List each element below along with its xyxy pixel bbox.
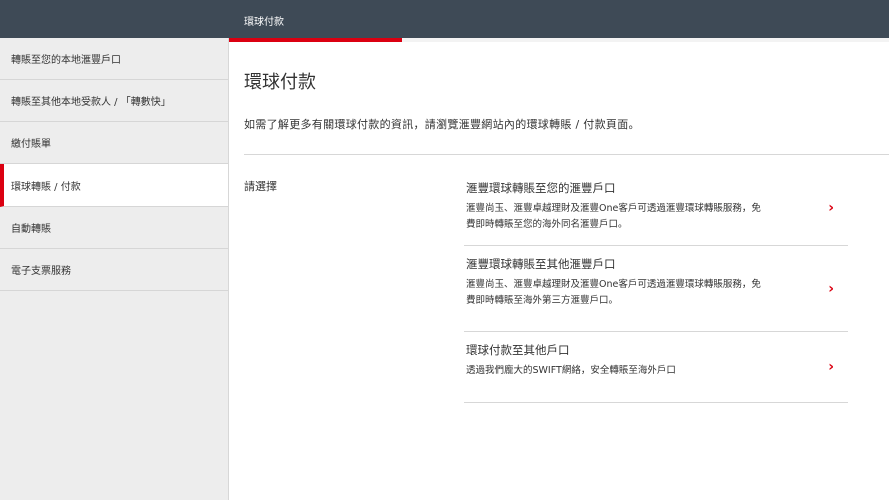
sidebar-item-auto-transfer[interactable]: 自動轉賬 (0, 207, 228, 249)
option-global-transfer-own-account[interactable]: 滙豐環球轉賬至您的滙豐戶口 滙豐尚玉、滙豐卓越理財及滙豐One客戶可透過滙豐環球… (464, 170, 848, 246)
intro-text: 如需了解更多有關環球付款的資訊，請瀏覽滙豐網站內的環球轉賬 / 付款頁面。 (244, 118, 640, 131)
sidebar-item-global-transfer[interactable]: 環球轉賬 / 付款 (0, 164, 228, 207)
sidebar-item-label: 轉賬至您的本地滙豐戶口 (11, 55, 121, 66)
option-description-line: 透過我們龐大的SWIFT網絡，安全轉賬至海外戶口 (466, 365, 676, 376)
sidebar-nav: 轉賬至您的本地滙豐戶口 轉賬至其他本地受款人 / 「轉數快」 繳付賬單 環球轉賬… (0, 38, 229, 500)
option-description-line: 滙豐尚玉、滙豐卓越理財及滙豐One客戶可透過滙豐環球轉賬服務，免 (466, 279, 761, 290)
sidebar-item-label: 轉賬至其他本地受款人 / 「轉數快」 (11, 97, 171, 108)
option-description: 滙豐尚玉、滙豐卓越理財及滙豐One客戶可透過滙豐環球轉賬服務，免 費即時轉賬至海… (466, 277, 808, 309)
chevron-right-icon: › (828, 280, 834, 297)
sidebar-item-transfer-other-payee[interactable]: 轉賬至其他本地受款人 / 「轉數快」 (0, 80, 228, 122)
option-title: 滙豐環球轉賬至其他滙豐戶口 (466, 257, 616, 271)
sidebar-item-label: 電子支票服務 (11, 266, 71, 277)
header-title: 環球付款 (244, 17, 284, 28)
option-list: 滙豐環球轉賬至您的滙豐戶口 滙豐尚玉、滙豐卓越理財及滙豐One客戶可透過滙豐環球… (464, 170, 848, 403)
option-global-payment-other[interactable]: 環球付款至其他戶口 透過我們龐大的SWIFT網絡，安全轉賬至海外戶口 › (464, 332, 848, 403)
chevron-right-icon: › (828, 199, 834, 216)
option-description-line: 費即時轉賬至您的海外同名滙豐戶口。 (466, 219, 628, 230)
sidebar-item-e-cheque[interactable]: 電子支票服務 (0, 249, 228, 291)
option-description-line: 滙豐尚玉、滙豐卓越理財及滙豐One客戶可透過滙豐環球轉賬服務，免 (466, 203, 761, 214)
option-description: 透過我們龐大的SWIFT網絡，安全轉賬至海外戶口 (466, 363, 808, 379)
page-title: 環球付款 (244, 72, 316, 93)
sidebar-item-label: 自動轉賬 (11, 224, 51, 235)
sidebar-item-label: 繳付賬單 (11, 139, 51, 150)
option-description: 滙豐尚玉、滙豐卓越理財及滙豐One客戶可透過滙豐環球轉賬服務，免 費即時轉賬至您… (466, 201, 808, 233)
option-global-transfer-other-account[interactable]: 滙豐環球轉賬至其他滙豐戶口 滙豐尚玉、滙豐卓越理財及滙豐One客戶可透過滙豐環球… (464, 246, 848, 332)
chevron-right-icon: › (828, 359, 834, 375)
sidebar-item-label: 環球轉賬 / 付款 (11, 181, 81, 193)
option-title: 環球付款至其他戶口 (466, 343, 570, 357)
section-divider (244, 154, 889, 155)
main-content: 環球付款 如需了解更多有關環球付款的資訊，請瀏覽滙豐網站內的環球轉賬 / 付款頁… (244, 42, 889, 500)
option-title: 滙豐環球轉賬至您的滙豐戶口 (466, 181, 616, 195)
top-header-bar: 環球付款 (0, 0, 889, 42)
sidebar-item-transfer-own-account[interactable]: 轉賬至您的本地滙豐戶口 (0, 38, 228, 80)
choose-label: 請選擇 (244, 180, 277, 193)
sidebar-item-pay-bills[interactable]: 繳付賬單 (0, 122, 228, 164)
option-description-line: 費即時轉賬至海外第三方滙豐戶口。 (466, 295, 619, 306)
